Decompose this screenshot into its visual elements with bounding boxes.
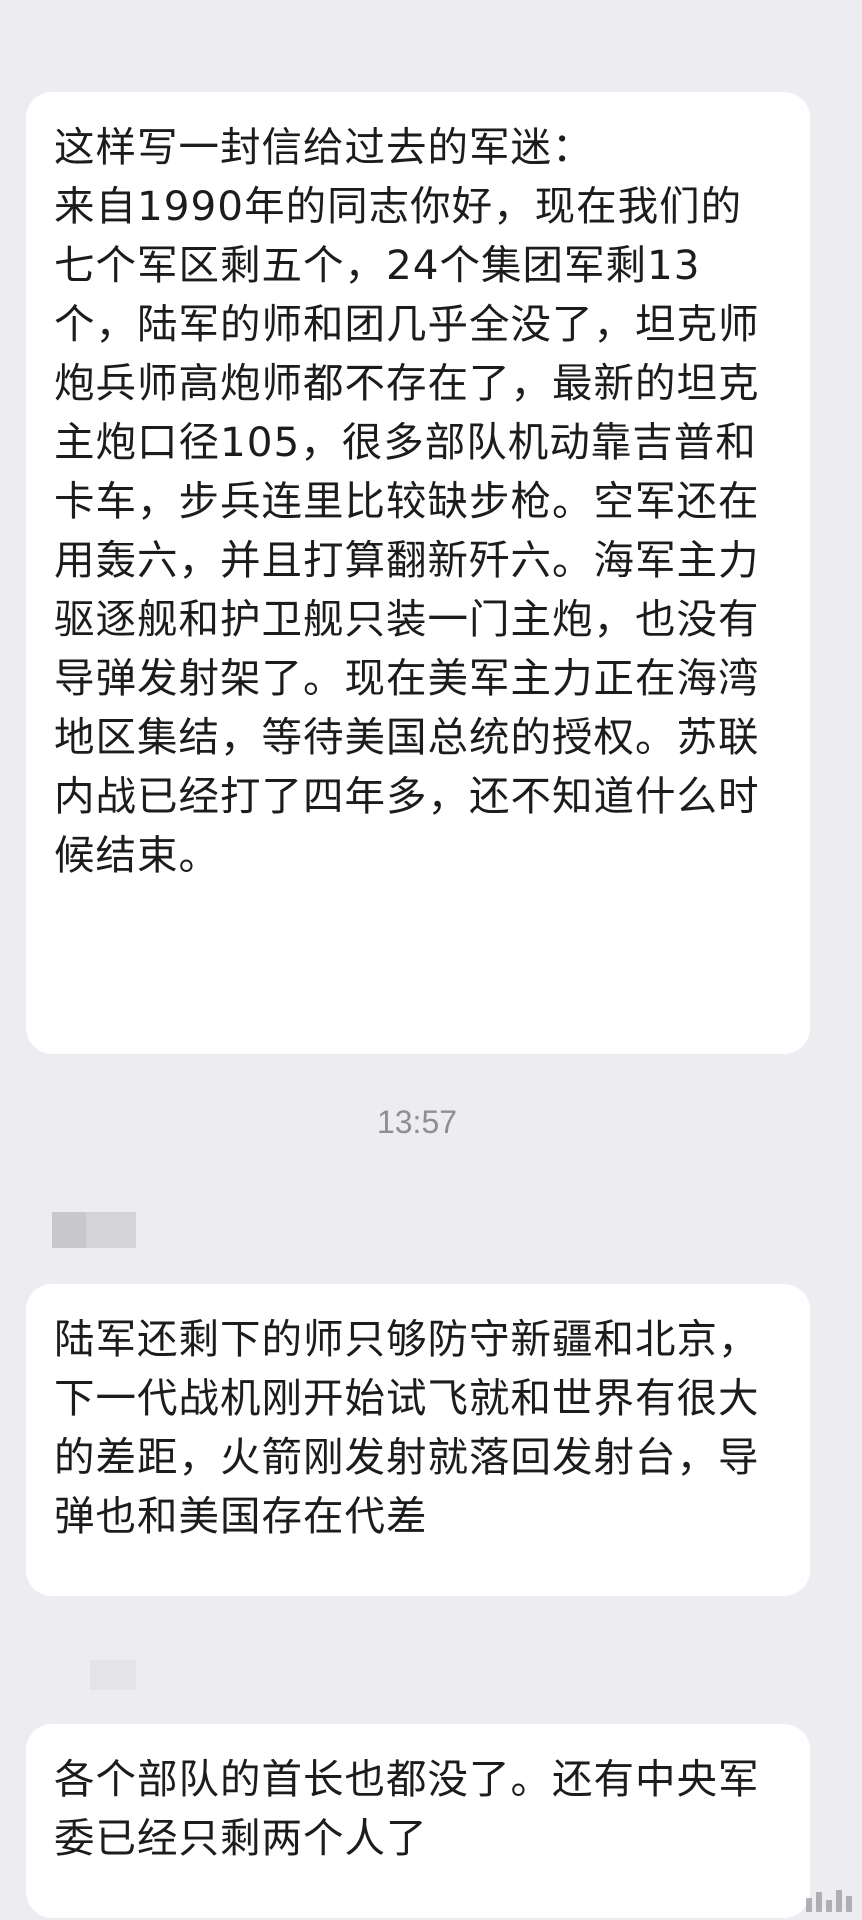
message-bubble[interactable]: 各个部队的首长也都没了。还有中央军委已经只剩两个人了 bbox=[26, 1724, 810, 1918]
message-text: 这样写一封信给过去的军迷： 来自1990年的同志你好，现在我们的七个军区剩五个，… bbox=[54, 123, 760, 879]
message-bubble[interactable]: 陆军还剩下的师只够防守新疆和北京，下一代战机刚开始试飞就和世界有很大的差距，火箭… bbox=[26, 1284, 810, 1596]
message-bubble[interactable]: 这样写一封信给过去的军迷： 来自1990年的同志你好，现在我们的七个军区剩五个，… bbox=[26, 92, 810, 1054]
message-text: 陆军还剩下的师只够防守新疆和北京，下一代战机刚开始试飞就和世界有很大的差距，火箭… bbox=[54, 1315, 760, 1540]
blurred-sender-name bbox=[52, 1212, 136, 1248]
message-timestamp: 13:57 bbox=[376, 1104, 458, 1140]
blurred-sender-name bbox=[90, 1660, 136, 1690]
watermark-icon bbox=[806, 1890, 852, 1912]
message-text: 各个部队的首长也都没了。还有中央军委已经只剩两个人了 bbox=[54, 1755, 760, 1862]
